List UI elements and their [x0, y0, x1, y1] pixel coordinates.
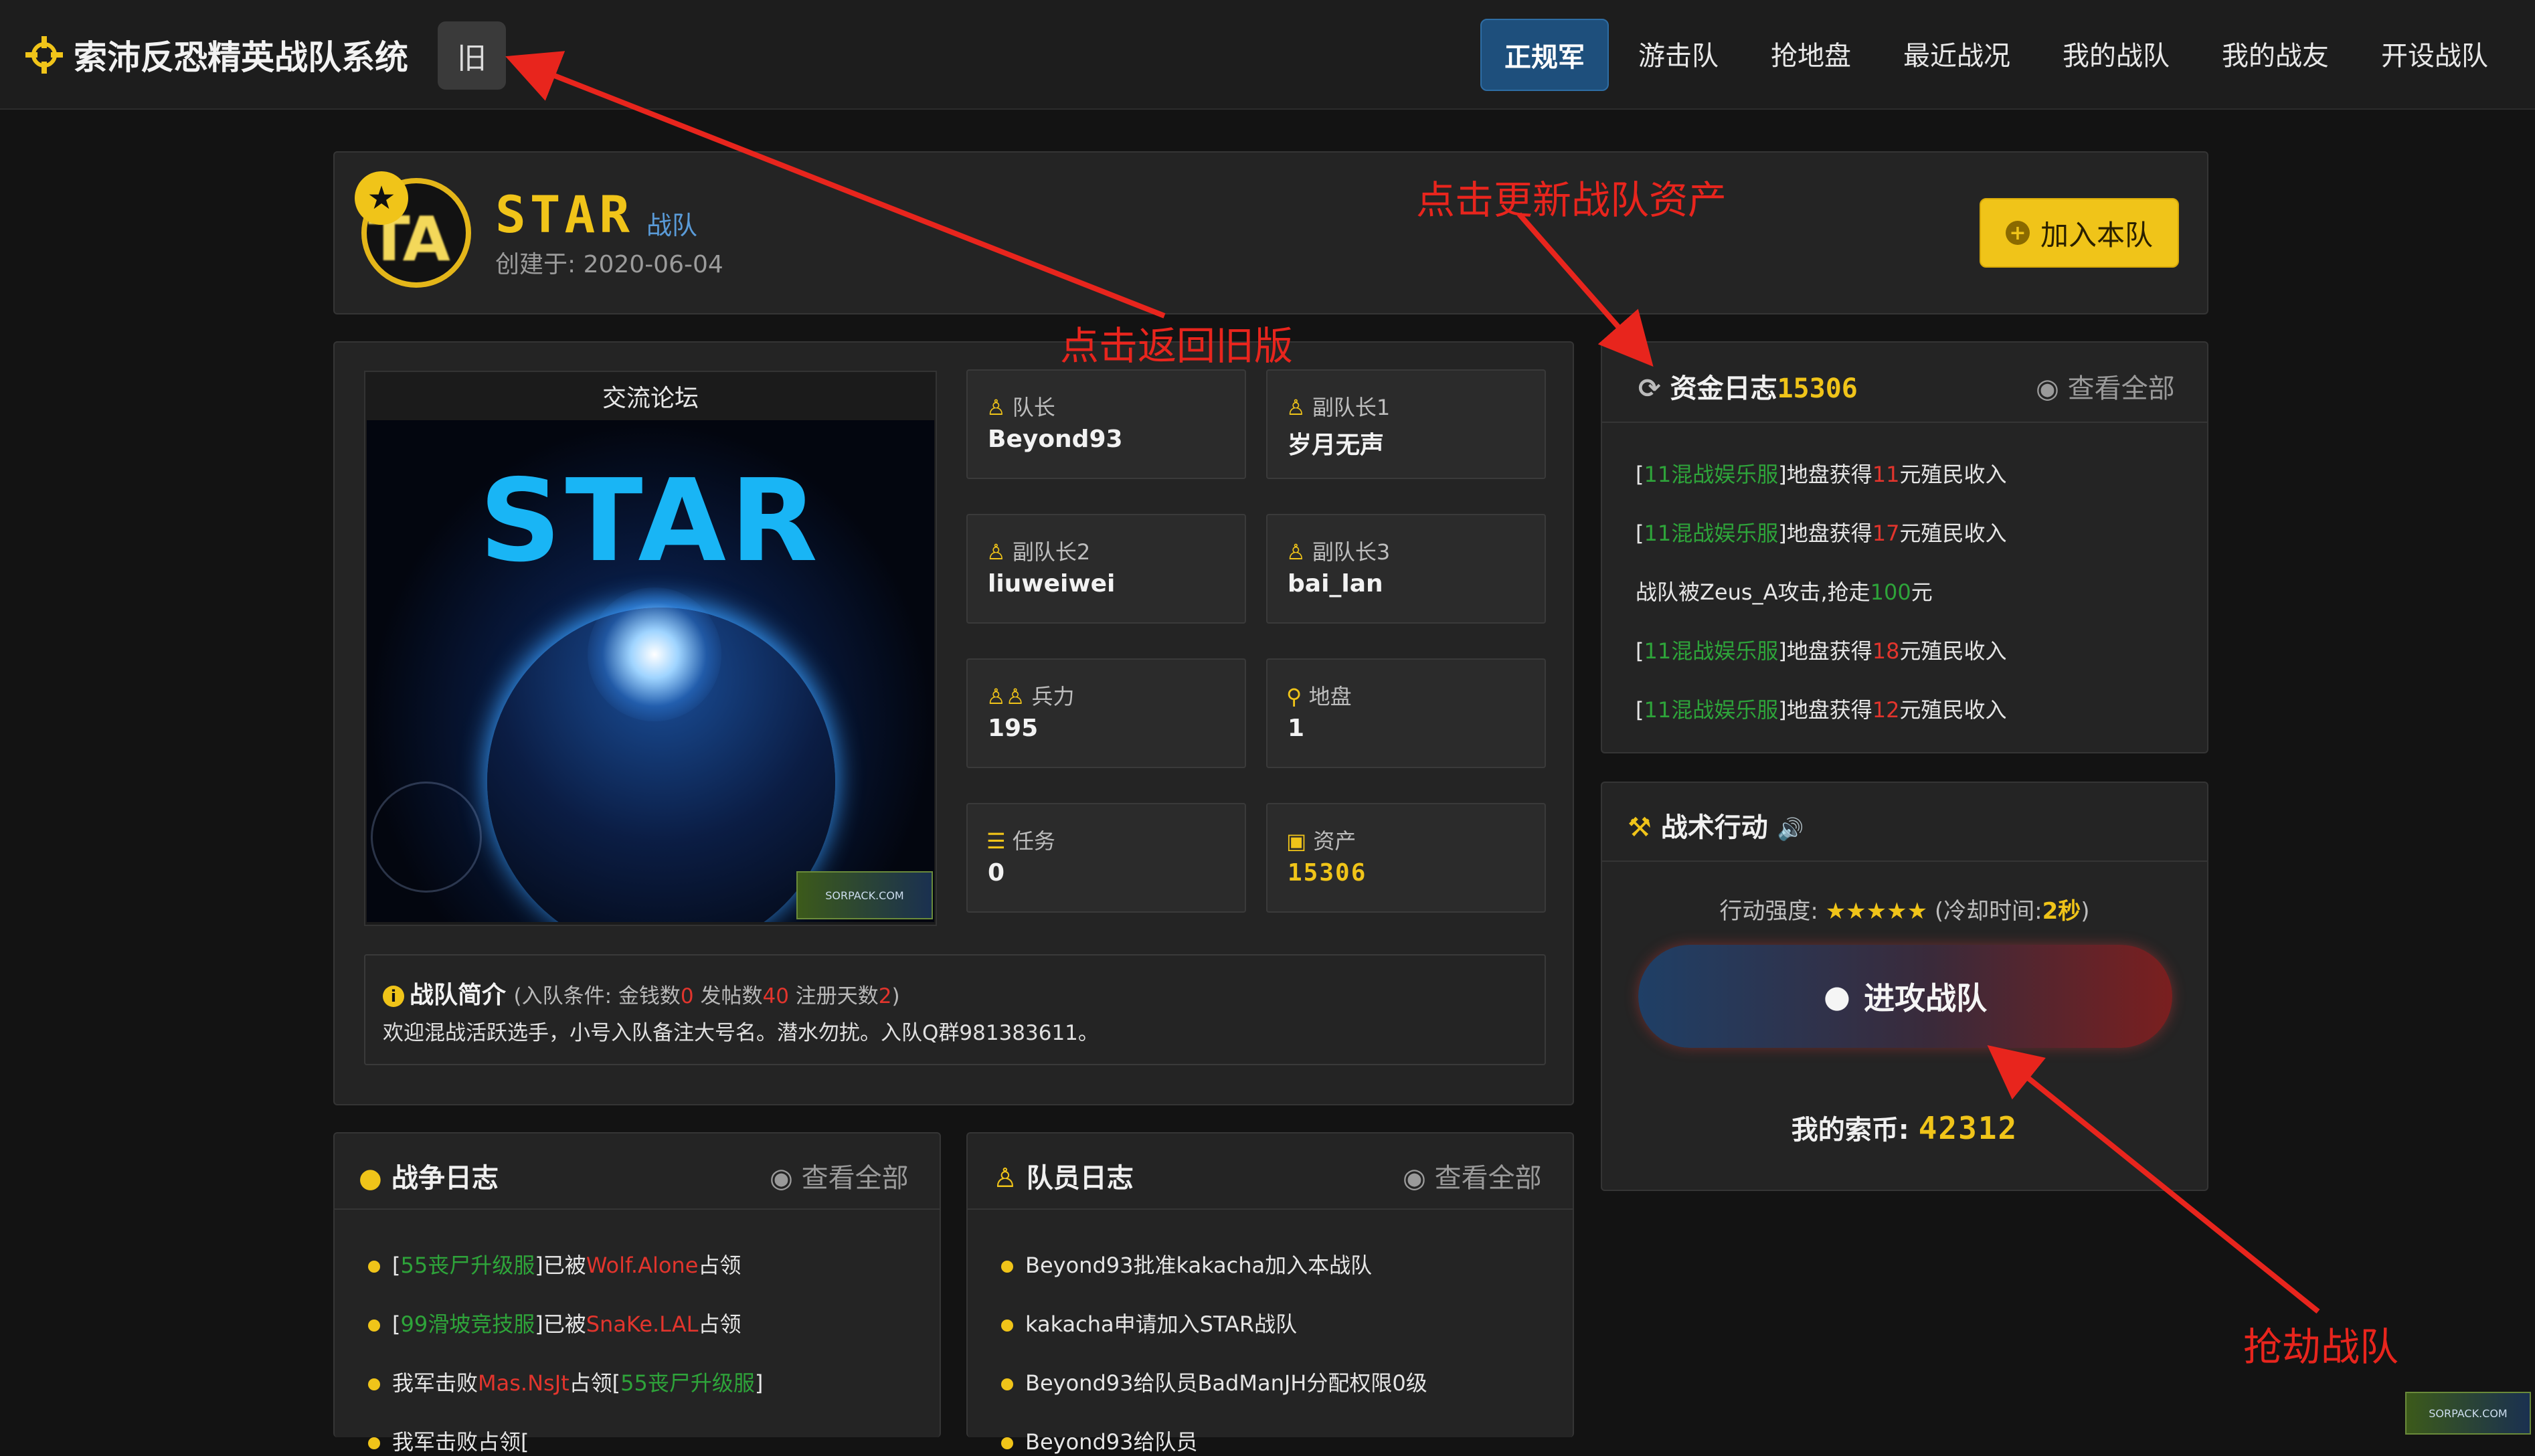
arrow-to-attack-button: [1987, 1044, 2320, 1314]
annotation-update-assets: 点击更新战队资产: [1416, 177, 1727, 223]
arrow-to-old-button: [505, 51, 1166, 318]
arrow-to-funds-refresh: [1516, 212, 1654, 367]
annotation-back-old: 点击返回旧版: [1060, 323, 1294, 369]
annotation-rob-team: 抢劫战队: [2243, 1324, 2399, 1370]
annotation-arrows: [505, 51, 2320, 1314]
